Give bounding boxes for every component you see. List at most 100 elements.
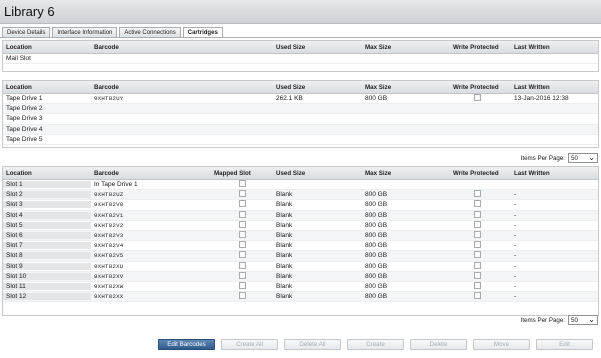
cell-used-size: 262.1 KB bbox=[276, 95, 303, 103]
move-button[interactable]: Move bbox=[473, 339, 530, 350]
mapped-slot-checkbox[interactable] bbox=[239, 200, 246, 208]
cell-write-protected bbox=[450, 94, 511, 103]
table-row[interactable]: Tape Drive 5 bbox=[3, 135, 598, 145]
col-last-written[interactable]: Last Written bbox=[511, 44, 596, 51]
mailslot-table: Location Barcode Used Size Max Size Writ… bbox=[2, 40, 599, 72]
col-max-size[interactable]: Max Size bbox=[362, 170, 450, 177]
col-used-size[interactable]: Used Size bbox=[273, 170, 362, 177]
mapped-slot-checkbox[interactable] bbox=[239, 251, 246, 259]
cell-write-protected bbox=[450, 281, 511, 291]
items-per-page-value: 50 bbox=[571, 316, 578, 324]
table-row[interactable]: Slot 3 9XHT82V0 Blank 800 GB - bbox=[3, 200, 598, 211]
write-protected-checkbox[interactable] bbox=[474, 251, 481, 259]
tab-device-details[interactable]: Device Details bbox=[2, 27, 51, 37]
col-used-size[interactable]: Used Size bbox=[273, 44, 362, 51]
table-row[interactable]: Slot 2 9XHT82UZ Blank 800 GB - bbox=[3, 190, 598, 201]
table-row[interactable]: Slot 11 9XHT82XW Blank 800 GB - bbox=[3, 281, 598, 293]
cell-last-written: - bbox=[514, 242, 517, 250]
mapped-slot-checkbox[interactable] bbox=[239, 261, 246, 269]
tab-interface-information[interactable]: Interface Information bbox=[52, 27, 118, 37]
create-button[interactable]: Create bbox=[347, 339, 404, 350]
cell-last-written: - bbox=[514, 191, 517, 199]
cell-write-protected bbox=[450, 241, 511, 250]
write-protected-checkbox[interactable] bbox=[474, 292, 481, 300]
cell-used-size: Blank bbox=[276, 252, 293, 260]
table-row[interactable]: Tape Drive 1 9XHT82UY 262.1 KB 800 GB 13… bbox=[3, 94, 598, 105]
col-barcode[interactable]: Barcode bbox=[91, 44, 273, 51]
col-used-size[interactable]: Used Size bbox=[273, 84, 362, 91]
col-last-written[interactable]: Last Written bbox=[511, 84, 596, 91]
col-write-protected[interactable]: Write Protected bbox=[450, 84, 511, 91]
slot-table: Location Barcode Mapped Slot Used Size M… bbox=[2, 166, 599, 316]
cell-mapped-slot bbox=[211, 241, 273, 250]
col-barcode[interactable]: Barcode bbox=[91, 170, 211, 177]
table-row[interactable]: Tape Drive 2 bbox=[3, 104, 598, 115]
write-protected-checkbox[interactable] bbox=[474, 241, 481, 249]
table-row[interactable]: Tape Drive 3 bbox=[3, 114, 598, 125]
write-protected-checkbox[interactable] bbox=[474, 190, 481, 198]
table-row[interactable]: Slot 1 In Tape Drive 1 bbox=[3, 180, 598, 191]
col-write-protected[interactable]: Write Protected bbox=[450, 170, 511, 177]
drive-table-header: Location Barcode Used Size Max Size Writ… bbox=[3, 81, 598, 94]
write-protected-checkbox[interactable] bbox=[474, 200, 481, 208]
mapped-slot-checkbox[interactable] bbox=[239, 241, 246, 249]
tab-cartridges[interactable]: Cartridges bbox=[182, 27, 223, 37]
items-per-page-select[interactable]: 50 ⌄ bbox=[568, 153, 598, 163]
edit-barcodes-button[interactable]: Edit Barcodes bbox=[158, 339, 215, 350]
mapped-slot-checkbox[interactable] bbox=[239, 180, 246, 188]
col-location[interactable]: Location bbox=[3, 170, 91, 177]
chevron-down-icon: ⌄ bbox=[588, 315, 595, 324]
cell-mapped-slot bbox=[211, 180, 273, 189]
mapped-slot-checkbox[interactable] bbox=[239, 190, 246, 198]
col-last-written[interactable]: Last Written bbox=[511, 170, 596, 177]
write-protected-checkbox[interactable] bbox=[474, 271, 481, 279]
cell-location: Slot 6 bbox=[3, 232, 91, 240]
col-max-size[interactable]: Max Size bbox=[362, 84, 450, 91]
write-protected-checkbox[interactable] bbox=[474, 210, 481, 218]
write-protected-checkbox[interactable] bbox=[474, 261, 481, 269]
table-row[interactable]: Tape Drive 4 bbox=[3, 124, 598, 135]
mapped-slot-checkbox[interactable] bbox=[239, 220, 246, 228]
table-row[interactable]: Slot 4 9XHT82V1 Blank 800 GB - bbox=[3, 210, 598, 221]
cell-location: Slot 1 bbox=[3, 181, 91, 189]
write-protected-checkbox[interactable] bbox=[474, 94, 481, 102]
edit-button[interactable]: Edit bbox=[536, 339, 593, 350]
col-max-size[interactable]: Max Size bbox=[362, 44, 450, 51]
table-row[interactable]: Slot 8 9XHT82V5 Blank 800 GB - bbox=[3, 251, 598, 262]
drive-table: Location Barcode Used Size Max Size Writ… bbox=[2, 80, 599, 148]
col-location[interactable]: Location bbox=[3, 44, 91, 51]
write-protected-checkbox[interactable] bbox=[474, 220, 481, 228]
mapped-slot-checkbox[interactable] bbox=[239, 210, 246, 218]
delete-button[interactable]: Delete bbox=[410, 339, 467, 350]
cell-write-protected bbox=[450, 231, 511, 240]
col-location[interactable]: Location bbox=[3, 84, 91, 91]
mapped-slot-checkbox[interactable] bbox=[239, 281, 246, 289]
mapped-slot-checkbox[interactable] bbox=[239, 271, 246, 279]
items-per-page-select[interactable]: 50 ⌄ bbox=[568, 315, 598, 325]
mapped-slot-checkbox[interactable] bbox=[239, 231, 246, 239]
write-protected-checkbox[interactable] bbox=[474, 281, 481, 289]
table-row[interactable]: Slot 5 9XHT82V2 Blank 800 GB - bbox=[3, 220, 598, 231]
table-row[interactable]: Slot 7 9XHT82V4 Blank 800 GB - bbox=[3, 241, 598, 252]
table-row[interactable]: Slot 6 9XHT82V3 Blank 800 GB - bbox=[3, 230, 598, 242]
col-barcode[interactable]: Barcode bbox=[91, 84, 273, 91]
cell-location: Slot 2 bbox=[3, 191, 91, 199]
tab-active-connections[interactable]: Active Connections bbox=[119, 27, 181, 37]
cell-used-size: Blank bbox=[276, 211, 293, 219]
mapped-slot-checkbox[interactable] bbox=[239, 292, 246, 300]
table-row[interactable]: Mail Slot bbox=[3, 54, 598, 65]
table-row[interactable]: Slot 12 9XHT82XX Blank 800 GB - bbox=[3, 292, 598, 303]
col-write-protected[interactable]: Write Protected bbox=[450, 44, 511, 51]
col-mapped-slot[interactable]: Mapped Slot bbox=[211, 170, 273, 177]
write-protected-checkbox[interactable] bbox=[474, 231, 481, 239]
cell-max-size: 800 GB bbox=[365, 191, 388, 199]
table-row[interactable]: Slot 10 9XHT82XV Blank 800 GB - bbox=[3, 271, 598, 282]
cell-mapped-slot bbox=[211, 281, 273, 291]
cell-location: Tape Drive 3 bbox=[6, 115, 43, 123]
cell-barcode: In Tape Drive 1 bbox=[94, 181, 138, 189]
cell-barcode: 9XHT82XU bbox=[94, 262, 124, 270]
table-row[interactable]: Slot 9 9XHT82XU Blank 800 GB - bbox=[3, 261, 598, 272]
delete-all-button[interactable]: Delete All bbox=[284, 339, 341, 350]
cell-write-protected bbox=[450, 251, 511, 260]
create-all-button[interactable]: Create All bbox=[221, 339, 278, 350]
